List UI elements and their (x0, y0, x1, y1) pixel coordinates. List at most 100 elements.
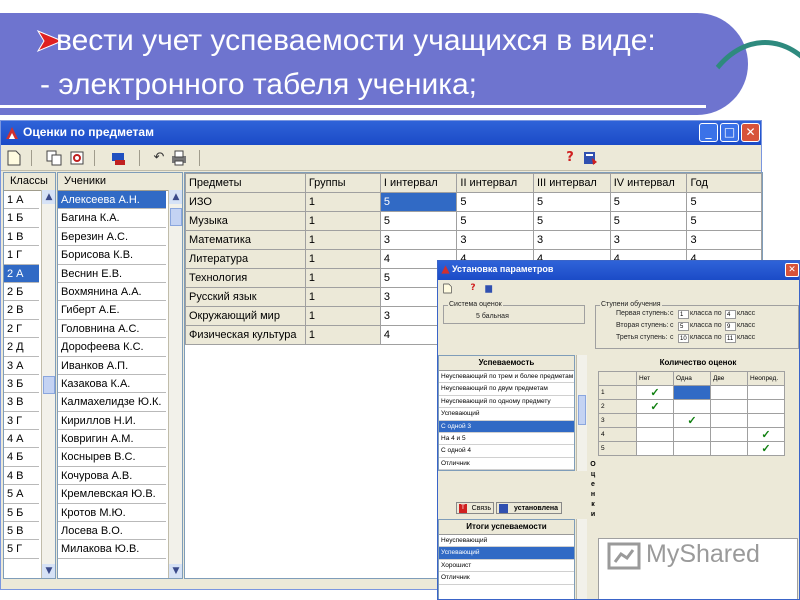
scroll-thumb[interactable] (578, 395, 586, 425)
class-item[interactable]: 5 Б (4, 504, 39, 523)
refresh-icon[interactable] (69, 150, 85, 166)
counts-cell[interactable] (747, 399, 785, 414)
student-item[interactable]: Милакова Ю.В. (58, 540, 166, 559)
student-item[interactable]: Казакова К.А. (58, 375, 166, 394)
print-preview-icon[interactable] (111, 150, 127, 166)
student-item[interactable]: Кочурова А.В. (58, 467, 166, 486)
student-item[interactable]: Гиберт А.Е. (58, 301, 166, 320)
student-item[interactable]: Коснырев В.С. (58, 448, 166, 467)
counts-cell[interactable] (747, 413, 785, 428)
results-item[interactable]: Успевающий (439, 547, 574, 560)
student-item[interactable]: Дорофеева К.С. (58, 338, 166, 357)
grade-cell[interactable]: 5 (456, 211, 534, 231)
grade-cell[interactable]: 3 (379, 230, 458, 250)
undo-icon[interactable]: ↶ (151, 150, 167, 166)
class-item[interactable]: 1 В (4, 228, 39, 247)
counts-cell[interactable] (710, 385, 748, 400)
results-item[interactable]: Неуспевающий (439, 535, 574, 548)
counts-cell[interactable] (673, 427, 711, 442)
grade-cell[interactable]: 3 (609, 230, 688, 250)
student-item[interactable]: Веснин Е.В. (58, 265, 166, 283)
grade-cell[interactable]: 5 (609, 211, 688, 231)
student-item[interactable]: Лосева В.О. (58, 522, 166, 541)
counts-cell[interactable] (673, 385, 711, 400)
help-icon[interactable]: ? (468, 283, 478, 293)
installed-button[interactable]: установлена (496, 502, 562, 514)
counts-cell[interactable] (710, 427, 748, 442)
copy-icon[interactable] (46, 150, 62, 166)
counts-cell[interactable]: ✓ (636, 399, 674, 414)
minimize-button[interactable]: _ (699, 123, 718, 142)
grade-cell[interactable]: 5 (379, 192, 458, 212)
class-item[interactable]: 5 Г (4, 540, 39, 559)
scroll-up-icon[interactable]: ▲ (42, 190, 55, 204)
counts-cell[interactable]: ✓ (747, 441, 785, 456)
student-item[interactable]: Кириллов Н.И. (58, 412, 166, 431)
class-item[interactable]: 2 Г (4, 320, 39, 339)
counts-cell[interactable] (673, 441, 711, 456)
performance-item[interactable]: Неуспевающий по двум предметам (439, 383, 574, 396)
student-item[interactable]: Кремлевская Ю.В. (58, 485, 166, 504)
new-document-icon[interactable] (6, 150, 22, 166)
class-item[interactable]: 3 Б (4, 375, 39, 394)
book-icon[interactable] (484, 283, 494, 293)
performance-item[interactable]: С одной 4 (439, 445, 574, 458)
counts-cell[interactable]: ✓ (673, 413, 711, 428)
class-item[interactable]: 3 А (4, 357, 39, 375)
performance-scrollbar[interactable] (576, 355, 587, 471)
grade-cell[interactable]: 5 (686, 211, 762, 231)
grade-cell[interactable]: 5 (686, 192, 762, 212)
grade-cell[interactable]: 3 (686, 230, 762, 250)
class-item[interactable]: 4 А (4, 430, 39, 449)
grade-cell[interactable]: 3 (456, 230, 534, 250)
scroll-down-icon[interactable]: ▼ (169, 564, 182, 578)
counts-cell[interactable]: ✓ (636, 385, 674, 400)
class-item[interactable]: 1 Б (4, 209, 39, 228)
scroll-up-icon[interactable]: ▲ (169, 190, 182, 204)
results-item[interactable]: Отличник (439, 572, 574, 585)
class-item[interactable]: 2 А (4, 264, 39, 283)
close-button[interactable]: ✕ (741, 123, 760, 142)
student-item[interactable]: Калмахелидзе Ю.К. (58, 393, 166, 412)
student-item[interactable]: Алексеева А.Н. (58, 191, 166, 210)
performance-item[interactable]: Успевающий (439, 408, 574, 421)
student-item[interactable]: Борисова К.В. (58, 246, 166, 265)
student-item[interactable]: Вохмянина А.А. (58, 283, 166, 302)
class-item[interactable]: 3 В (4, 393, 39, 412)
counts-cell[interactable] (747, 385, 785, 400)
results-item[interactable]: Хорошист (439, 560, 574, 573)
classes-scrollbar[interactable]: ▲ ▼ (41, 190, 55, 578)
class-item[interactable]: 3 Г (4, 412, 39, 431)
level-to-input[interactable]: 9 (725, 322, 736, 331)
class-item[interactable]: 4 В (4, 467, 39, 486)
level-from-input[interactable]: 5 (678, 322, 689, 331)
level-to-input[interactable]: 11 (725, 334, 736, 343)
student-item[interactable]: Головнина А.С. (58, 320, 166, 339)
printer-icon[interactable] (171, 150, 187, 166)
help-icon[interactable]: ? (562, 150, 578, 166)
grading-system-value[interactable]: 5 бальная (476, 313, 509, 320)
scroll-thumb[interactable] (43, 376, 55, 394)
scroll-down-icon[interactable]: ▼ (42, 564, 55, 578)
class-item[interactable]: 2 Б (4, 283, 39, 302)
student-item[interactable]: Березин А.С. (58, 228, 166, 247)
grade-cell[interactable]: 5 (609, 192, 688, 212)
class-item[interactable]: 2 Д (4, 338, 39, 357)
link-button[interactable]: T Связь (456, 502, 494, 514)
counts-cell[interactable] (710, 413, 748, 428)
class-item[interactable]: 5 В (4, 522, 39, 541)
new-document-icon[interactable] (442, 283, 452, 294)
counts-cell[interactable] (710, 399, 748, 414)
maximize-button[interactable]: □ (720, 123, 739, 142)
class-item[interactable]: 1 Г (4, 246, 39, 265)
counts-cell[interactable] (636, 441, 674, 456)
scroll-thumb[interactable] (170, 208, 182, 226)
book-icon[interactable] (582, 150, 598, 166)
results-scrollbar[interactable] (576, 519, 587, 599)
performance-item[interactable]: Отличник (439, 458, 574, 470)
student-item[interactable]: Ковригин А.М. (58, 430, 166, 449)
performance-item[interactable]: С одной 3 (439, 420, 574, 433)
level-from-input[interactable]: 1 (678, 310, 689, 319)
counts-cell[interactable] (710, 441, 748, 456)
class-item[interactable]: 5 А (4, 485, 39, 504)
